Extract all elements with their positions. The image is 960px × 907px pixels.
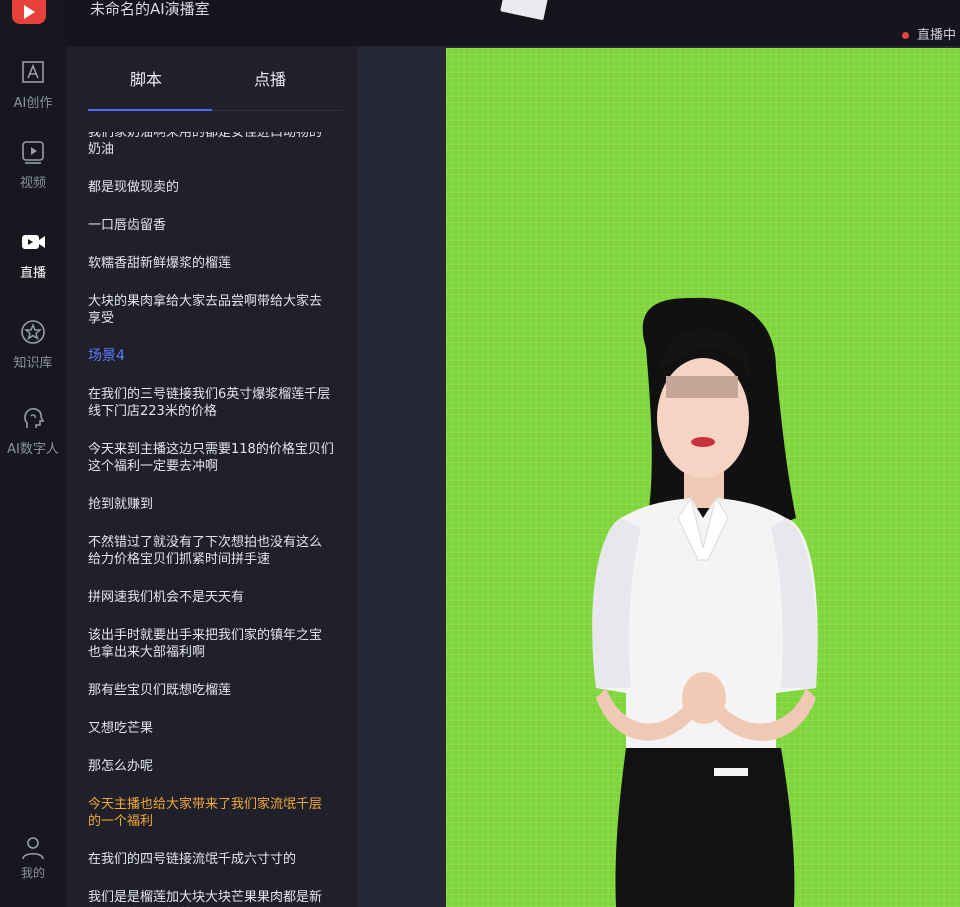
live-dot-icon [901, 32, 909, 39]
script-line-list[interactable]: 我们家奶油啊采用的都是安佳进口动物的奶油都是现做现卖的 一口唇齿留香 软糯香甜新鲜爆… [88, 132, 334, 907]
script-line-current[interactable]: 今天主播也给大家带来了我们家流氓千层的一个福利 [88, 796, 334, 830]
nav-item-live[interactable]: 直播 [0, 228, 66, 281]
script-line[interactable]: 在我们的四号链接流氓千成六寸寸的 [88, 851, 334, 868]
nav-item-label: AI创作 [13, 96, 53, 111]
nav-item-ai-create[interactable]: AI创作 [0, 58, 66, 111]
tab-vod[interactable]: 点播 [254, 66, 286, 90]
script-line[interactable]: 在我们的三号链接我们6英寸爆浆榴莲千层线下门店223米的价格 [88, 386, 334, 420]
script-line[interactable]: 我们家奶油啊采用的都是安佳进口动物的奶油 [88, 132, 334, 158]
ai-create-icon [19, 58, 47, 86]
script-line[interactable]: 不然错过了就没有了下次想拍也没有这么给力价格宝贝们抓紧时间拼手速 [88, 534, 334, 568]
live-camera-icon [19, 228, 47, 256]
live-status-indicator: 直播中 [901, 24, 956, 43]
preview-stage [358, 46, 960, 907]
title-bar: 未命名的AI演播室 直播中 [66, 0, 960, 46]
profile-label: 我的 [20, 866, 45, 880]
star-badge-icon [19, 318, 47, 346]
tab-divider [212, 110, 342, 111]
user-icon [19, 834, 47, 862]
video-icon [19, 138, 47, 166]
script-line[interactable]: 软糯香甜新鲜爆浆的榴莲 [88, 255, 334, 272]
nav-item-knowledge[interactable]: 知识库 [0, 318, 66, 371]
script-line[interactable]: 拼网速我们机会不是天天有 [88, 589, 334, 606]
nav-profile[interactable]: 我的 [0, 834, 66, 881]
paper-note [500, 0, 548, 21]
active-tab-indicator [88, 109, 212, 111]
script-panel: 脚本 点播 我们家奶油啊采用的都是安佳进口动物的奶油都是现做现卖的 一口唇齿留香软… [66, 46, 358, 907]
script-line[interactable]: 我们是是榴莲加大块大块芒果果肉都是新鲜现做的一个榴芒千层 [88, 889, 334, 907]
nav-item-label: 视频 [19, 176, 46, 191]
digital-human-icon [19, 404, 47, 432]
nav-item-label: 直播 [19, 266, 46, 281]
nav-item-label: 知识库 [13, 356, 53, 371]
left-nav: AI创作 视频 直播 知识库 AI数字人 我的 [0, 0, 67, 907]
studio-title: 未命名的AI演播室 [90, 0, 210, 18]
nav-item-label: AI数字人 [7, 442, 59, 457]
scene-heading[interactable]: 场景4 [88, 348, 334, 365]
script-line[interactable]: 又想吃芒果 [88, 720, 334, 737]
panel-tabs: 脚本 点播 [66, 46, 358, 114]
nav-item-digital-human[interactable]: AI数字人 [0, 404, 66, 457]
digital-presenter-figure [446, 48, 960, 907]
app-logo [12, 0, 46, 24]
green-screen-canvas [446, 48, 960, 907]
tab-script[interactable]: 脚本 [130, 66, 162, 90]
script-line[interactable]: 大块的果肉拿给大家去品尝啊带给大家去享受 [88, 293, 334, 327]
script-line[interactable]: 都是现做现卖的 [88, 179, 334, 196]
script-line[interactable]: 今天来到主播这边只需要118的价格宝贝们这个福利一定要去冲啊 [88, 441, 334, 475]
app-window: AI创作 视频 直播 知识库 AI数字人 我的 未命名的AI演播室 直播中 脚本… [0, 0, 960, 907]
script-line[interactable]: 一口唇齿留香 [88, 217, 334, 234]
live-status-label: 直播中 [916, 28, 956, 43]
script-line[interactable]: 抢到就赚到 [88, 496, 334, 513]
nav-item-video[interactable]: 视频 [0, 138, 66, 191]
script-line[interactable]: 那怎么办呢 [88, 758, 334, 775]
script-line[interactable]: 该出手时就要出手来把我们家的镇年之宝也拿出来大部福利啊 [88, 627, 334, 661]
script-line[interactable]: 那有些宝贝们既想吃榴莲 [88, 682, 334, 699]
